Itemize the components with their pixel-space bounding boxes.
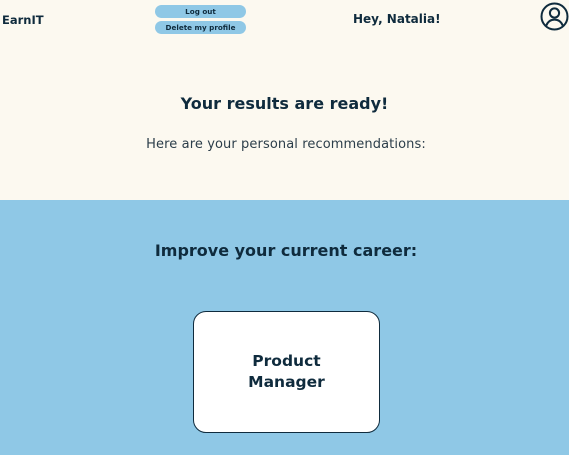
profile-button[interactable] (540, 2, 569, 31)
recommendations-section: Improve your current career: Product Man… (0, 200, 569, 455)
brand-logo[interactable]: EarnIT (2, 13, 44, 27)
career-card-label: Product Manager (248, 352, 325, 391)
user-greeting: Hey, Natalia! (353, 12, 441, 26)
delete-profile-button[interactable]: Delete my profile (155, 21, 246, 34)
user-circle-icon (540, 2, 569, 31)
header-section: EarnIT Log out Delete my profile Hey, Na… (0, 0, 569, 200)
logout-button[interactable]: Log out (155, 5, 246, 18)
results-page: EarnIT Log out Delete my profile Hey, Na… (0, 0, 569, 455)
results-subtitle: Here are your personal recommendations: (146, 137, 426, 152)
career-card-product-manager[interactable]: Product Manager (193, 311, 380, 433)
results-title: Your results are ready! (180, 94, 389, 113)
section-title: Improve your current career: (154, 241, 418, 260)
auth-buttons: Log out Delete my profile (155, 5, 246, 37)
